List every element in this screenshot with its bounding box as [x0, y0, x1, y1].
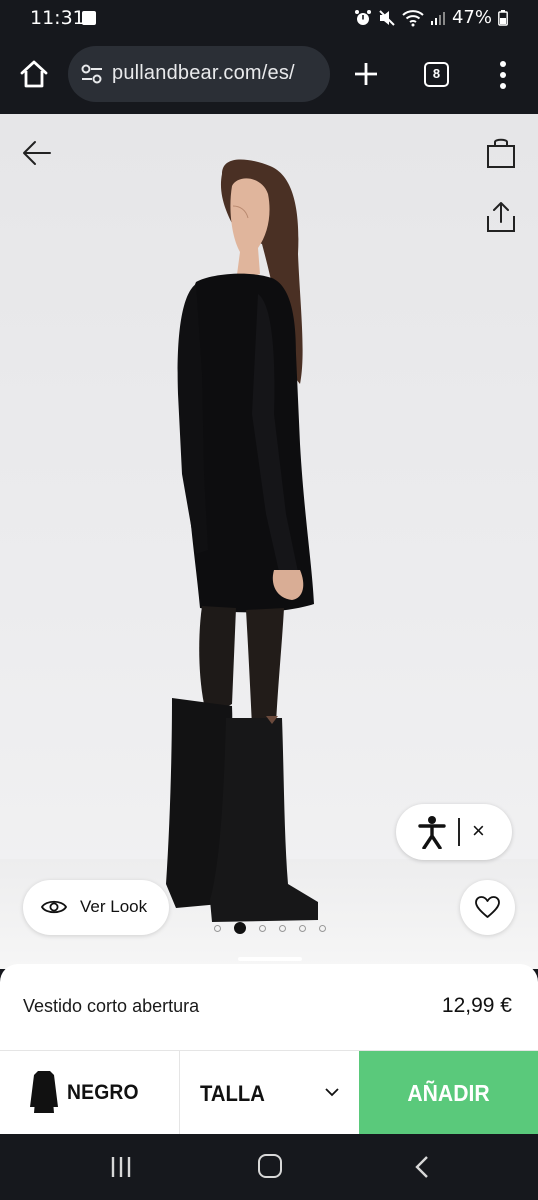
new-tab-icon[interactable] — [352, 60, 380, 88]
home-nav-icon[interactable] — [258, 1154, 282, 1178]
wifi-icon — [402, 9, 424, 26]
pagination-dot[interactable] — [279, 924, 286, 932]
add-to-cart-button[interactable]: AÑADIR — [359, 1051, 538, 1135]
product-price: 12,99 € — [441, 994, 512, 1017]
shopping-bag-icon[interactable] — [484, 136, 518, 170]
status-time: 11:31 — [30, 7, 85, 29]
color-selector[interactable]: NEGRO — [0, 1051, 180, 1135]
size-selector[interactable]: TALLA — [180, 1051, 359, 1135]
color-label: NEGRO — [67, 1081, 139, 1104]
product-bottom-sheet: Vestido corto abertura 12,99 € NEGRO TAL… — [0, 964, 538, 1135]
system-navigation-bar — [0, 1134, 538, 1200]
home-icon[interactable] — [18, 58, 50, 90]
battery-percent: 47% — [451, 7, 492, 28]
wishlist-button[interactable] — [460, 880, 515, 935]
status-icons: 47% — [354, 7, 508, 28]
chevron-down-icon — [325, 1088, 339, 1097]
share-icon[interactable] — [484, 200, 518, 234]
accessibility-icon[interactable] — [418, 815, 446, 849]
separator — [458, 818, 460, 846]
back-arrow-icon[interactable] — [20, 136, 54, 170]
browser-toolbar: pullandbear.com/es/ 8 — [0, 36, 538, 114]
battery-icon — [498, 9, 508, 26]
product-image-gallery[interactable]: × Ver Look — [0, 114, 538, 969]
url-text[interactable]: pullandbear.com/es/ — [112, 62, 295, 85]
ver-look-label: Ver Look — [80, 897, 148, 916]
eye-icon — [41, 900, 67, 914]
address-bar[interactable]: pullandbear.com/es/ — [68, 46, 330, 102]
alarm-icon — [354, 9, 371, 25]
pagination-dot[interactable] — [299, 924, 306, 932]
site-settings-icon[interactable] — [80, 63, 104, 85]
pagination-dot[interactable] — [214, 924, 221, 932]
accessibility-widget[interactable]: × — [396, 804, 512, 860]
close-accessibility-button[interactable]: × — [472, 818, 485, 844]
product-name: Vestido corto abertura — [23, 996, 200, 1016]
image-notification-icon — [82, 11, 96, 25]
ver-look-button[interactable]: Ver Look — [23, 880, 169, 935]
purchase-actions: NEGRO TALLA AÑADIR — [0, 1050, 538, 1135]
sheet-drag-handle[interactable] — [238, 957, 302, 961]
status-bar: 11:31 47% — [0, 0, 538, 36]
back-nav-icon[interactable] — [414, 1155, 430, 1179]
recent-apps-icon[interactable] — [110, 1156, 132, 1178]
heart-icon — [475, 896, 500, 918]
signal-icon — [430, 11, 445, 25]
add-to-cart-label: AÑADIR — [407, 1080, 490, 1106]
dress-thumbnail-icon — [30, 1071, 58, 1113]
mute-icon — [379, 9, 395, 26]
size-label: TALLA — [200, 1081, 265, 1106]
pagination-dot[interactable] — [259, 924, 266, 932]
pagination-dot-active[interactable] — [234, 922, 246, 934]
gallery-pagination — [214, 922, 326, 934]
more-menu-icon[interactable] — [496, 60, 510, 90]
tab-switcher-button[interactable]: 8 — [424, 62, 449, 87]
pagination-dot[interactable] — [319, 924, 326, 932]
